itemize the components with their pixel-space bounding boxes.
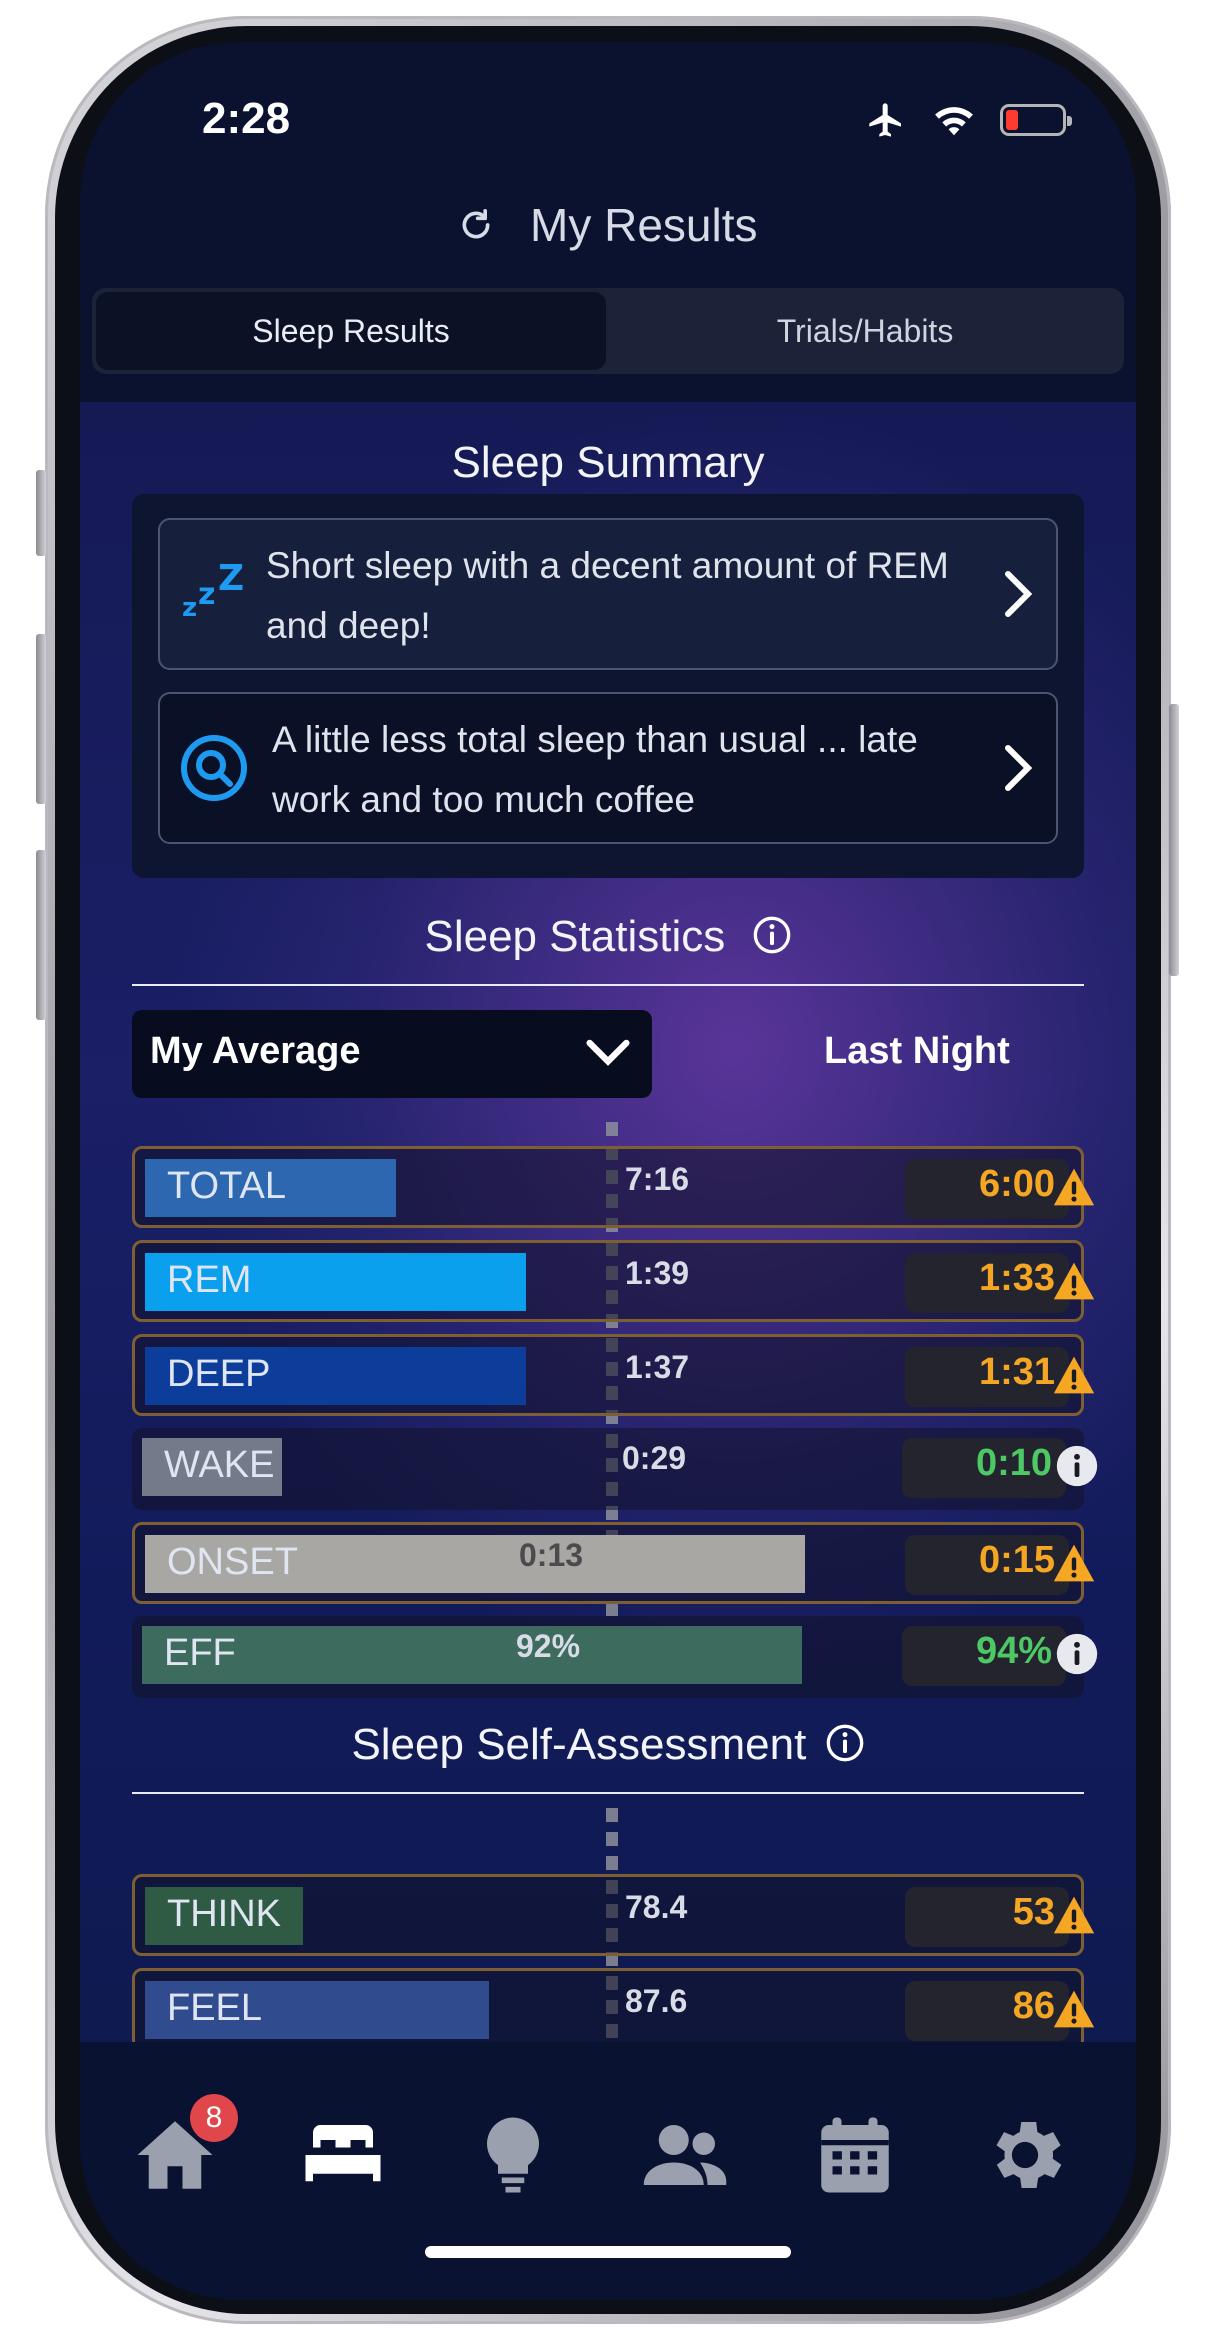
chevron-down-icon: [586, 1039, 630, 1066]
self-assessment-label: Sleep Self-Assessment: [351, 1720, 807, 1769]
volume-up-button: [36, 634, 46, 804]
stat-last-night-value: 86: [1012, 1985, 1055, 2027]
status-icons: [864, 100, 1072, 140]
chevron-right-icon: [1005, 571, 1032, 617]
warning-icon[interactable]: [1051, 1165, 1097, 1209]
search-icon: [181, 735, 247, 801]
stat-average-value: 7:16: [625, 1161, 690, 1197]
app-screen: 2:28 My Results Sleep Results Trials/Hab…: [80, 42, 1136, 2300]
sleep-summary-card: z z Z Short sleep with a decent amount o…: [132, 494, 1084, 878]
lightbulb-icon[interactable]: [468, 2110, 558, 2200]
gear-icon[interactable]: [980, 2110, 1070, 2200]
warning-icon[interactable]: [1051, 1353, 1097, 1397]
stat-average-value: 0:29: [622, 1440, 687, 1476]
refresh-icon[interactable]: [456, 202, 496, 248]
stat-label: THINK: [167, 1893, 281, 1935]
stat-average-value: 78.4: [625, 1889, 688, 1925]
battery-icon: [1000, 104, 1072, 136]
chevron-right-icon: [1005, 745, 1032, 791]
stat-label: ONSET: [167, 1541, 298, 1583]
stat-last-night-value: 6:00: [978, 1163, 1055, 1205]
stat-last-night-value: 53: [1012, 1891, 1055, 1933]
warning-icon[interactable]: [1051, 1541, 1097, 1585]
zzz-icon: z z Z: [182, 558, 244, 623]
stat-label: FEEL: [167, 1987, 263, 2029]
page-title: My Results: [530, 199, 758, 251]
stat-row-deep[interactable]: DEEP 1:37 1:31: [132, 1334, 1095, 1416]
side-button: [36, 470, 46, 556]
stat-row-rem[interactable]: REM 1:39 1:33: [132, 1240, 1095, 1322]
stat-label: DEEP: [167, 1353, 271, 1395]
summary-item-insight[interactable]: A little less total sleep than usual ...…: [158, 692, 1058, 844]
status-time: 2:28: [202, 94, 291, 143]
last-night-label: Last Night: [824, 1030, 1010, 1072]
stat-label: EFF: [164, 1632, 236, 1674]
stat-last-night-value: 1:33: [978, 1257, 1055, 1299]
info-icon[interactable]: [752, 915, 792, 955]
calendar-icon[interactable]: [810, 2110, 900, 2200]
stat-row-wake[interactable]: WAKE 0:29 0:10: [132, 1428, 1098, 1510]
stat-average-value: 1:39: [625, 1255, 690, 1291]
home-indicator[interactable]: [425, 2246, 791, 2258]
tab-trials-habits[interactable]: Trials/Habits: [612, 292, 1118, 370]
info-icon[interactable]: [825, 1723, 865, 1763]
stat-last-night-value: 94%: [975, 1630, 1052, 1672]
stat-average-value: 0:13: [519, 1537, 584, 1573]
info-icon[interactable]: [1054, 1444, 1100, 1488]
sleep-summary-title: Sleep Summary: [451, 438, 765, 487]
bottom-tab-bar: [80, 2042, 1136, 2300]
sleep-statistics-label: Sleep Statistics: [424, 912, 726, 961]
airplane-icon: [869, 103, 901, 137]
dropdown-label: My Average: [150, 1030, 361, 1072]
stat-last-night-value: 1:31: [978, 1351, 1055, 1393]
stat-label: TOTAL: [167, 1165, 286, 1207]
self-assessment-title: Sleep Self-Assessment: [80, 1720, 1136, 1770]
volume-down-button: [36, 850, 46, 1020]
stat-row-feel[interactable]: FEEL 87.6 86: [132, 1968, 1095, 2050]
power-button: [1169, 704, 1179, 976]
stat-average-value: 92%: [516, 1628, 581, 1664]
divider: [132, 984, 1084, 986]
stat-row-onset[interactable]: ONSET 0:13 0:15: [132, 1522, 1095, 1604]
divider: [132, 1792, 1084, 1794]
stat-bar: [142, 1626, 802, 1684]
stat-last-night-value: 0:15: [978, 1539, 1055, 1581]
summary-text: Short sleep with a decent amount of REM …: [266, 545, 949, 646]
average-dropdown[interactable]: My Average: [132, 1010, 652, 1098]
warning-icon[interactable]: [1051, 1259, 1097, 1303]
stat-average-value: 87.6: [625, 1983, 688, 2019]
stat-row-total[interactable]: TOTAL 7:16 6:00: [132, 1146, 1095, 1228]
sleep-statistics-title: Sleep Statistics: [80, 912, 1136, 962]
results-tab-control: Sleep Results Trials/Habits: [92, 288, 1124, 374]
status-bar: 2:28: [80, 94, 1136, 154]
stat-label: WAKE: [164, 1444, 275, 1486]
stat-label: REM: [167, 1259, 252, 1301]
warning-icon[interactable]: [1051, 1893, 1097, 1937]
svg-text:z: z: [198, 577, 215, 612]
stat-row-eff[interactable]: EFF 92% 94%: [132, 1616, 1098, 1698]
summary-text: A little less total sleep than usual ...…: [272, 719, 918, 820]
svg-text:Z: Z: [218, 558, 244, 599]
bed-icon[interactable]: [298, 2110, 388, 2200]
notification-badge: 8: [190, 2094, 238, 2142]
wifi-icon: [935, 107, 973, 136]
stat-average-value: 1:37: [625, 1349, 690, 1385]
stat-row-think[interactable]: THINK 78.4 53: [132, 1874, 1095, 1956]
info-icon[interactable]: [1054, 1632, 1100, 1676]
summary-item-sleep[interactable]: z z Z Short sleep with a decent amount o…: [158, 518, 1058, 670]
header: My Results: [80, 192, 1136, 272]
tab-sleep-results[interactable]: Sleep Results: [96, 292, 606, 370]
people-icon[interactable]: [640, 2110, 730, 2200]
svg-text:z: z: [182, 593, 197, 623]
stat-last-night-value: 0:10: [975, 1442, 1052, 1484]
warning-icon[interactable]: [1051, 1987, 1097, 2031]
